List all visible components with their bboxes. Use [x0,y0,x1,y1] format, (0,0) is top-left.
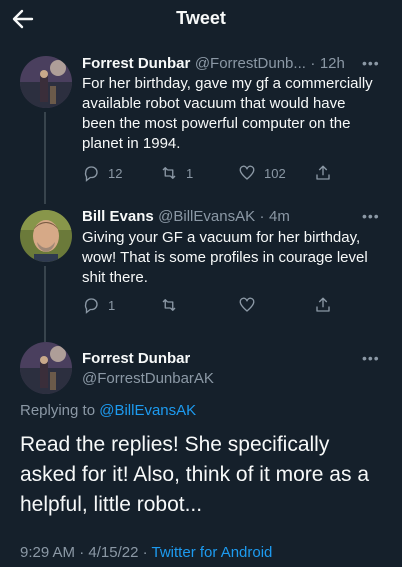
tweet-actions: 1 [82,296,382,316]
reply-count: 12 [108,165,123,181]
share-icon [316,165,330,180]
separator-dot: · [310,55,316,72]
reply-count: 1 [108,297,116,313]
tweet-timestamp: 9:29 AM · 4/15/22 · Twitter for Android [20,544,272,561]
like-button[interactable] [238,296,264,314]
avatar-forrest-dunbar[interactable] [20,56,72,108]
author-name[interactable]: Forrest Dunbar [82,55,190,72]
main-author-handle[interactable]: @ForrestDunbarAK [82,370,214,388]
replying-to: Replying to @BillEvansAK [20,402,196,419]
retweet-count: 1 [186,165,194,181]
like-button[interactable]: 102 [238,164,286,182]
main-author-name[interactable]: Forrest Dunbar [82,350,190,368]
tweet-time[interactable]: 9:29 AM [20,544,75,561]
replying-label: Replying to [20,402,96,419]
page-title: Tweet [176,8,226,28]
like-count: 102 [264,165,286,181]
heart-icon [239,297,255,312]
retweet-icon [162,299,176,311]
author-handle[interactable]: @BillEvansAK [158,208,255,225]
more-dots-icon[interactable]: ••• [362,209,382,223]
tweet-time[interactable]: 4m [269,208,290,225]
main-tweet-text: Read the replies! She specifically asked… [20,433,369,516]
reply-icon [84,166,98,182]
thread-line [44,112,46,204]
tweet-text: Giving your GF a vacuum for her birthday… [82,229,368,286]
avatar-bill-evans[interactable] [20,210,72,262]
avatar-forrest-dunbar[interactable] [20,342,72,394]
retweet-icon [162,167,176,179]
share-button[interactable] [314,296,340,314]
tweet-time[interactable]: 12h [320,55,345,72]
more-dots-icon[interactable]: ••• [362,351,382,365]
reply-icon [84,298,98,314]
share-icon [316,297,330,312]
thread-line [44,266,46,342]
separator-dot: · [259,208,265,225]
replying-to-link[interactable]: @BillEvansAK [99,402,196,419]
more-dots-icon[interactable]: ••• [362,56,382,70]
reply-button[interactable]: 12 [82,164,122,182]
author-name[interactable]: Bill Evans [82,208,154,225]
tweet-date[interactable]: 4/15/22 [88,544,138,561]
tweet-source[interactable]: Twitter for Android [152,544,273,561]
author-handle[interactable]: @ForrestDunb... [195,55,306,72]
tweet-2-meta: Bill Evans @BillEvansAK · 4m [82,208,352,226]
header-bar: Tweet [0,0,402,38]
tweet-1-meta: Forrest Dunbar @ForrestDunb... · 12h [82,55,352,73]
reply-button[interactable]: 1 [82,296,115,314]
tweet-text: For her birthday, gave my gf a commercia… [82,75,373,152]
author-handle[interactable]: @ForrestDunbarAK [82,370,214,387]
author-name[interactable]: Forrest Dunbar [82,350,190,367]
retweet-button[interactable]: 1 [160,164,193,182]
retweet-button[interactable] [160,296,186,314]
separator-dot: · [142,544,152,561]
tweet-actions: 12 1 102 [82,164,382,184]
share-button[interactable] [314,164,340,182]
heart-icon [239,165,255,180]
separator-dot: · [79,544,89,561]
